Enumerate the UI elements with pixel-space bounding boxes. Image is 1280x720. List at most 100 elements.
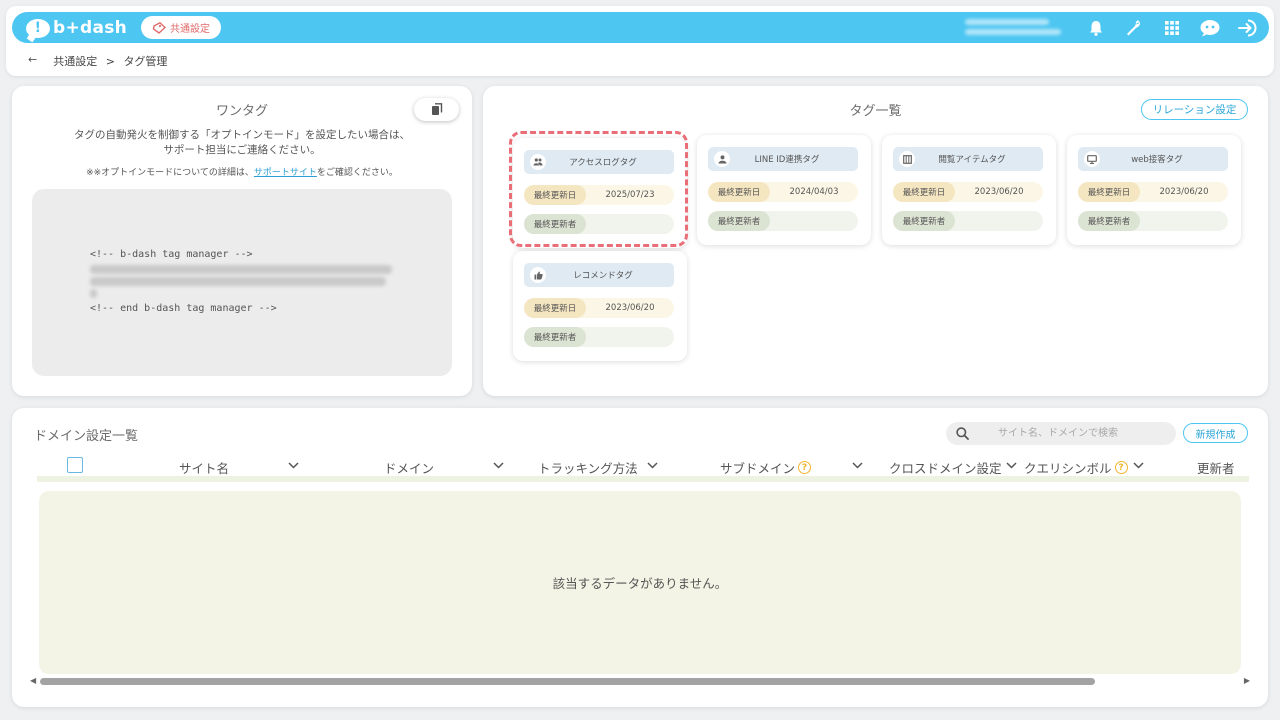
tag-card-line-id[interactable]: LINE ID連携タグ 最終更新日 2024/04/03 最終更新者 xyxy=(697,135,871,245)
last-updater-label: 最終更新者 xyxy=(524,327,586,347)
last-updated-label: 最終更新日 xyxy=(893,182,955,202)
last-updated-row: 最終更新日 2023/06/20 xyxy=(893,182,1043,202)
create-new-button[interactable]: 新規作成 xyxy=(1183,423,1248,443)
column-label: 更新者 xyxy=(1197,461,1235,476)
select-all-checkbox[interactable] xyxy=(67,457,83,473)
tag-card-name: LINE ID連携タグ xyxy=(754,155,820,165)
last-updater-row: 最終更新者 xyxy=(893,211,1043,231)
chevron-down-icon[interactable] xyxy=(1006,462,1017,469)
column-label: サイト名 xyxy=(179,461,230,476)
chevron-down-icon[interactable] xyxy=(493,462,504,469)
chevron-down-icon[interactable] xyxy=(647,462,658,469)
tag-card-recommend[interactable]: レコメンドタグ 最終更新日 2023/06/20 最終更新者 xyxy=(513,251,687,361)
column-tracking-method[interactable]: トラッキング方法 xyxy=(538,458,638,477)
thumbs-up-icon xyxy=(530,267,546,283)
last-updated-date: 2023/06/20 xyxy=(1159,187,1209,197)
logo-bubble-icon: ! xyxy=(26,18,50,38)
tag-card-title: レコメンドタグ xyxy=(524,263,674,287)
breadcrumb-item-tag-management: タグ管理 xyxy=(123,55,168,68)
horizontal-scrollbar[interactable]: ◀ ▶ xyxy=(30,674,1250,688)
domain-list-title: ドメイン設定一覧 xyxy=(29,425,143,447)
ticket-icon xyxy=(152,21,166,34)
wrench-icon[interactable] xyxy=(1115,15,1153,40)
grid-icon[interactable] xyxy=(1153,15,1191,40)
copy-button[interactable] xyxy=(414,98,459,121)
table-header: サイト名 ドメイン トラッキング方法 サブドメイン? クロスドメイン設定 クエリ… xyxy=(37,456,1249,482)
scrollbar-thumb[interactable] xyxy=(40,678,1095,685)
scroll-right-arrow-icon[interactable]: ▶ xyxy=(1244,676,1250,685)
account-info xyxy=(957,15,1067,40)
search-icon xyxy=(956,427,974,440)
column-cross-domain[interactable]: クロスドメイン設定 xyxy=(889,458,1002,477)
tag-code-box[interactable]: <!-- b-dash tag manager --> <!-- end b-d… xyxy=(32,189,452,376)
relation-settings-button[interactable]: リレーション設定 xyxy=(1141,99,1248,120)
breadcrumb-separator: > xyxy=(105,55,115,68)
note-text-end: をご確認ください。 xyxy=(316,168,398,178)
description-line-1: タグの自動発火を制御する「オプトインモード」を設定したい場合は、 xyxy=(74,129,410,141)
help-icon[interactable]: ? xyxy=(1114,461,1128,474)
item-icon xyxy=(899,151,915,167)
empty-message: 該当するデータがありません。 xyxy=(552,576,728,591)
column-label: サブドメイン xyxy=(720,461,796,476)
column-label: クエリシンボル xyxy=(1024,461,1112,476)
onetag-description: タグの自動発火を制御する「オプトインモード」を設定したい場合は、 サポート担当に… xyxy=(12,128,472,158)
tag-code: <!-- b-dash tag manager --> <!-- end b-d… xyxy=(90,247,392,317)
column-updater[interactable]: 更新者 xyxy=(1197,458,1235,477)
onetag-title: ワンタグ xyxy=(211,100,273,122)
tag-card-viewed-item[interactable]: 閲覧アイテムタグ 最終更新日 2023/06/20 最終更新者 xyxy=(882,135,1056,245)
column-label: クロスドメイン設定 xyxy=(889,461,1002,476)
help-icon[interactable]: ? xyxy=(798,461,812,474)
onetag-panel: ワンタグ タグの自動発火を制御する「オプトインモード」を設定したい場合は、 サポ… xyxy=(12,86,472,396)
monitor-icon xyxy=(1084,151,1100,167)
bell-icon[interactable] xyxy=(1077,15,1115,40)
tag-card-title: LINE ID連携タグ xyxy=(708,147,858,171)
last-updated-date: 2023/06/20 xyxy=(974,187,1024,197)
breadcrumb-item-common-settings[interactable]: 共通設定 xyxy=(53,55,97,68)
scroll-left-arrow-icon[interactable]: ◀ xyxy=(30,676,36,685)
last-updater-label: 最終更新者 xyxy=(1078,211,1140,231)
last-updater-label: 最終更新者 xyxy=(893,211,955,231)
column-site-name[interactable]: サイト名 xyxy=(179,458,229,477)
code-line-blurred xyxy=(90,277,386,287)
search-box[interactable] xyxy=(946,422,1176,445)
last-updated-label: 最終更新日 xyxy=(1078,182,1140,202)
tag-card-title: 閲覧アイテムタグ xyxy=(893,147,1043,171)
column-query-symbol[interactable]: クエリシンボル? xyxy=(1024,458,1128,477)
last-updated-row: 最終更新日 2023/06/20 xyxy=(524,298,674,318)
last-updater-row: 最終更新者 xyxy=(1078,211,1228,231)
search-input[interactable] xyxy=(974,422,1176,445)
copy-icon xyxy=(431,103,442,115)
tag-card-name: レコメンドタグ xyxy=(573,271,633,281)
chat-icon[interactable] xyxy=(1191,15,1229,40)
code-comment-end: <!-- end b-dash tag manager --> xyxy=(90,303,277,315)
domain-settings-panel: ドメイン設定一覧 新規作成 サイト名 ドメイン トラッキング方法 サブドメイン?… xyxy=(12,408,1268,707)
tag-card-web-engagement[interactable]: web接客タグ 最終更新日 2023/06/20 最終更新者 xyxy=(1067,135,1241,245)
column-subdomain[interactable]: サブドメイン? xyxy=(720,458,812,477)
column-label: ドメイン xyxy=(384,461,435,476)
chevron-down-icon[interactable] xyxy=(288,462,299,469)
breadcrumb: ← 共通設定 > タグ管理 xyxy=(28,53,167,69)
onetag-note: ※※オプトインモードについての詳細は、サポートサイトをご確認ください。 xyxy=(12,165,472,178)
b-dash-logo[interactable]: ! b+dash xyxy=(26,17,127,39)
last-updater-row: 最終更新者 xyxy=(708,211,858,231)
column-domain[interactable]: ドメイン xyxy=(384,458,434,477)
table-body: 該当するデータがありません。 xyxy=(39,491,1241,674)
support-site-link[interactable]: サポートサイト xyxy=(254,168,317,178)
last-updated-row: 最終更新日 2024/04/03 xyxy=(708,182,858,202)
code-comment-start: <!-- b-dash tag manager --> xyxy=(90,249,253,260)
last-updated-label: 最終更新日 xyxy=(524,298,586,318)
logout-icon[interactable] xyxy=(1229,15,1267,40)
code-line-blurred xyxy=(90,265,392,275)
chevron-down-icon[interactable] xyxy=(1133,462,1144,469)
chevron-down-icon[interactable] xyxy=(852,462,863,469)
back-arrow-icon[interactable]: ← xyxy=(28,53,37,69)
last-updater-label: 最終更新者 xyxy=(708,211,770,231)
common-settings-label: 共通設定 xyxy=(170,24,210,35)
note-text: ※※オプトインモードについての詳細は、 xyxy=(86,168,254,178)
last-updated-date: 2024/04/03 xyxy=(789,187,839,197)
common-settings-button[interactable]: 共通設定 xyxy=(141,16,221,39)
tag-card-name: 閲覧アイテムタグ xyxy=(938,155,1006,165)
column-label: トラッキング方法 xyxy=(538,461,638,476)
code-line-blurred xyxy=(90,289,97,299)
logo-text: b+dash xyxy=(53,18,128,38)
